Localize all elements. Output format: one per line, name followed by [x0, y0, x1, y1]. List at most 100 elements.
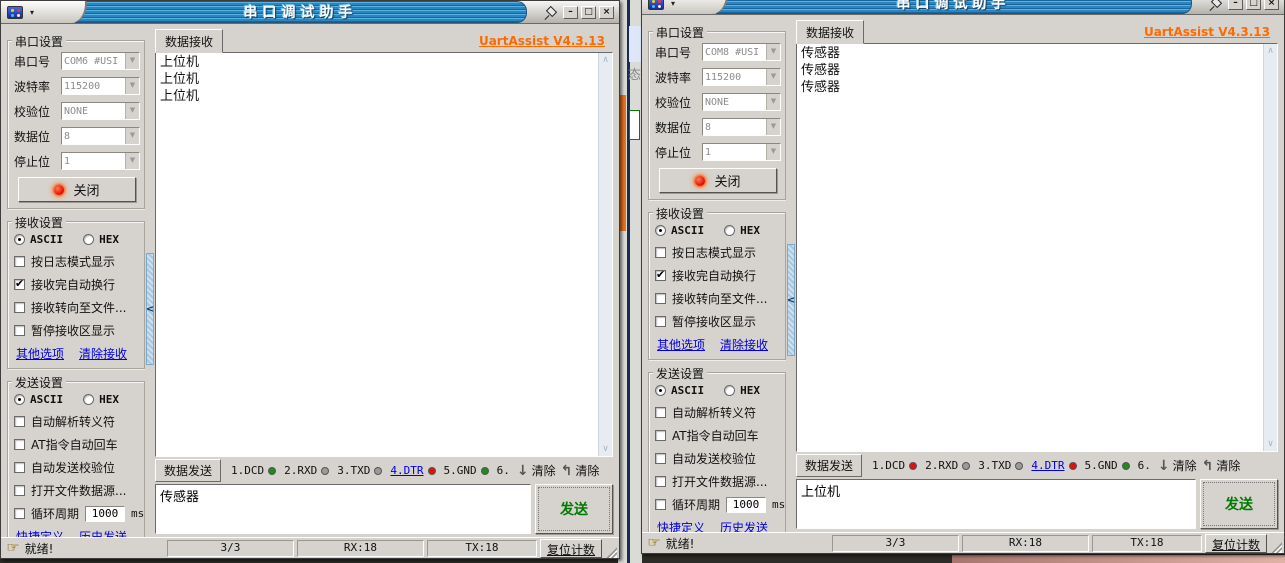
reset-count-button[interactable]: 复位计数 [1205, 534, 1267, 553]
log-mode-checkbox[interactable] [655, 247, 666, 258]
close-button[interactable]: × [1264, 0, 1279, 10]
save-to-file-checkbox[interactable] [655, 293, 666, 304]
ascii-radio[interactable] [14, 234, 25, 245]
parse-escape-checkbox[interactable] [14, 416, 25, 427]
pin-topmost-icon[interactable] [1208, 0, 1221, 10]
hex-radio[interactable] [724, 225, 735, 236]
hex-radio[interactable] [724, 385, 735, 396]
tab-data-send[interactable]: 数据发送 [155, 459, 221, 482]
resize-grip-icon[interactable] [1270, 541, 1282, 553]
auto-linefeed-checkbox[interactable] [655, 270, 666, 281]
clear-send-button[interactable]: 清除 [1202, 457, 1241, 474]
dropdown-arrow-icon[interactable]: ▼ [766, 144, 780, 160]
collapse-panel-icon[interactable] [146, 253, 154, 365]
dropdown-arrow-icon[interactable]: ▼ [125, 53, 139, 69]
reset-count-button[interactable]: 复位计数 [540, 539, 602, 558]
at-enter-checkbox[interactable] [655, 430, 666, 441]
databits-select[interactable]: 8▼ [702, 118, 781, 136]
dtr-toggle-link[interactable]: 4.DTR [390, 464, 423, 477]
close-port-button[interactable]: 关闭 [18, 177, 136, 202]
app-logo-icon[interactable] [648, 0, 664, 10]
send-input[interactable]: 上位机 [796, 479, 1196, 529]
collapse-panel-icon[interactable] [787, 244, 795, 356]
receive-display[interactable]: 传感器 传感器 传感器 [796, 43, 1278, 452]
dropdown-arrow-icon[interactable]: ▼ [125, 128, 139, 144]
parity-select[interactable]: NONE▼ [61, 102, 140, 120]
parse-escape-checkbox[interactable] [655, 407, 666, 418]
ascii-radio[interactable] [14, 394, 25, 405]
menu-caret-icon[interactable]: ▾ [30, 8, 34, 17]
send-input[interactable]: 传感器 [155, 484, 531, 534]
dropdown-arrow-icon[interactable]: ▼ [766, 44, 780, 60]
more-options-link[interactable]: 其他选项 [657, 336, 705, 353]
log-mode-checkbox[interactable] [14, 256, 25, 267]
dtr-toggle-link[interactable]: 4.DTR [1031, 459, 1064, 472]
minimize-button[interactable]: – [1228, 0, 1243, 10]
databits-select[interactable]: 8▼ [61, 127, 140, 145]
cycle-period-input[interactable] [85, 506, 125, 522]
receive-scrollbar[interactable] [598, 53, 612, 456]
file-source-checkbox[interactable] [14, 485, 25, 496]
maximize-button[interactable]: □ [1246, 0, 1261, 10]
receive-display[interactable]: 上位机 上位机 上位机 [155, 52, 613, 457]
dropdown-arrow-icon[interactable]: ▼ [125, 103, 139, 119]
ascii-radio[interactable] [655, 225, 666, 236]
history-send-link[interactable]: 历史发送 [720, 519, 768, 532]
dropdown-arrow-icon[interactable]: ▼ [125, 153, 139, 169]
send-button[interactable]: 发送 [1200, 479, 1278, 529]
cycle-period-input[interactable] [726, 497, 766, 513]
auto-checksum-checkbox[interactable] [14, 462, 25, 473]
save-to-file-checkbox[interactable] [14, 302, 25, 313]
auto-checksum-checkbox[interactable] [655, 453, 666, 464]
tab-data-receive[interactable]: 数据接收 [796, 20, 864, 44]
menu-caret-icon[interactable]: ▾ [671, 0, 675, 8]
close-button[interactable]: × [599, 6, 614, 19]
hex-radio[interactable] [83, 394, 94, 405]
hex-radio[interactable] [83, 234, 94, 245]
clear-receive-button[interactable]: 清除 [517, 462, 556, 479]
auto-linefeed-checkbox[interactable] [14, 279, 25, 290]
clear-send-button[interactable]: 清除 [561, 462, 600, 479]
maximize-button[interactable]: □ [581, 6, 596, 19]
titlebar[interactable]: ▾ 串口调试助手 – □ × [642, 0, 1284, 15]
scroll-up-icon[interactable] [1267, 46, 1274, 56]
file-source-checkbox[interactable] [655, 476, 666, 487]
history-send-link[interactable]: 历史发送 [79, 528, 127, 537]
tab-data-receive[interactable]: 数据接收 [155, 29, 223, 53]
shortcut-define-link[interactable]: 快捷定义 [657, 519, 705, 532]
pause-display-checkbox[interactable] [14, 325, 25, 336]
at-enter-checkbox[interactable] [14, 439, 25, 450]
clear-receive-button[interactable]: 清除 [1158, 457, 1197, 474]
stopbits-select[interactable]: 1▼ [61, 152, 140, 170]
cycle-checkbox[interactable] [655, 499, 666, 510]
port-select[interactable]: COM8 #USI▼ [702, 43, 781, 61]
close-port-button[interactable]: 关闭 [659, 168, 777, 193]
parity-select[interactable]: NONE▼ [702, 93, 781, 111]
scroll-up-icon[interactable] [602, 55, 609, 65]
port-select[interactable]: COM6 #USI▼ [61, 52, 140, 70]
dropdown-arrow-icon[interactable]: ▼ [766, 119, 780, 135]
minimize-button[interactable]: – [563, 6, 578, 19]
dropdown-arrow-icon[interactable]: ▼ [766, 69, 780, 85]
titlebar[interactable]: ▾ 串口调试助手 – □ × [1, 1, 619, 24]
version-link[interactable]: UartAssist V4.3.13 [1144, 25, 1278, 43]
cycle-checkbox[interactable] [14, 508, 25, 519]
version-link[interactable]: UartAssist V4.3.13 [479, 34, 613, 52]
baud-select[interactable]: 115200▼ [61, 77, 140, 95]
receive-scrollbar[interactable] [1263, 44, 1277, 451]
send-button[interactable]: 发送 [535, 484, 613, 534]
pause-display-checkbox[interactable] [655, 316, 666, 327]
more-options-link[interactable]: 其他选项 [16, 345, 64, 362]
resize-grip-icon[interactable] [605, 546, 617, 558]
tab-data-send[interactable]: 数据发送 [796, 454, 862, 477]
pin-topmost-icon[interactable] [543, 6, 556, 19]
clear-receive-link[interactable]: 清除接收 [720, 336, 768, 353]
scroll-down-icon[interactable] [602, 444, 609, 454]
shortcut-define-link[interactable]: 快捷定义 [16, 528, 64, 537]
clear-receive-link[interactable]: 清除接收 [79, 345, 127, 362]
baud-select[interactable]: 115200▼ [702, 68, 781, 86]
dropdown-arrow-icon[interactable]: ▼ [766, 94, 780, 110]
dropdown-arrow-icon[interactable]: ▼ [125, 78, 139, 94]
scroll-down-icon[interactable] [1267, 439, 1274, 449]
ascii-radio[interactable] [655, 385, 666, 396]
